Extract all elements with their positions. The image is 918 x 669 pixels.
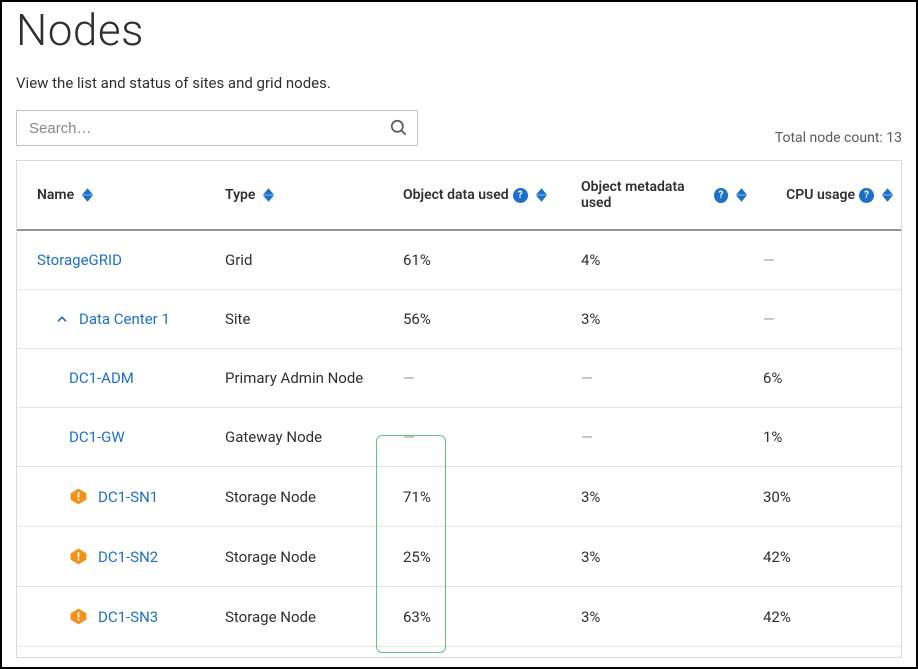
- table-row: DC1-SN1 Storage Node71%3%30%: [17, 467, 901, 527]
- nodes-table-scroll[interactable]: Name Type: [17, 161, 901, 657]
- help-icon[interactable]: ?: [714, 188, 728, 203]
- object-metadata-cell: 3%: [573, 290, 755, 349]
- object-metadata-cell: —: [573, 349, 755, 408]
- object-data-cell: —: [395, 349, 573, 408]
- cpu-usage-cell: 42%: [755, 587, 901, 647]
- object-metadata-cell: —: [573, 408, 755, 467]
- chevron-up-icon[interactable]: [55, 312, 69, 326]
- node-type-cell: Grid: [217, 230, 395, 290]
- table-row: DC1-SN3 Storage Node63%3%42%: [17, 587, 901, 647]
- object-data-cell: 25%: [395, 527, 573, 587]
- col-header-type-label: Type: [225, 187, 255, 203]
- page-title: Nodes: [16, 2, 902, 56]
- cpu-usage-cell: —: [755, 230, 901, 290]
- col-header-object-metadata[interactable]: Object metadata used ?: [573, 161, 755, 230]
- warning-icon: [69, 607, 88, 626]
- node-name-link[interactable]: DC1-SN1: [98, 488, 158, 506]
- search-field: [16, 110, 418, 146]
- node-name-link[interactable]: StorageGRID: [37, 251, 122, 269]
- cpu-usage-cell: 30%: [755, 467, 901, 527]
- object-metadata-cell: 3%: [573, 647, 755, 658]
- sort-icon[interactable]: [882, 188, 893, 202]
- search-icon[interactable]: [389, 118, 408, 141]
- cpu-usage-cell: —: [755, 290, 901, 349]
- node-type-cell: Gateway Node: [217, 408, 395, 467]
- nodes-table-container: Name Type: [16, 160, 902, 658]
- col-header-object-metadata-label: Object metadata used: [581, 179, 710, 211]
- warning-icon: [69, 547, 88, 566]
- col-header-object-data-label: Object data used: [403, 187, 509, 203]
- node-type-cell: Storage Node: [217, 587, 395, 647]
- object-data-cell: 71%: [395, 467, 573, 527]
- node-type-cell: Storage Node: [217, 647, 395, 658]
- cpu-usage-cell: 42%: [755, 527, 901, 587]
- col-header-name-label: Name: [37, 187, 74, 203]
- col-header-type[interactable]: Type: [217, 161, 395, 230]
- node-name-link[interactable]: DC1-GW: [69, 428, 125, 446]
- node-type-cell: Storage Node: [217, 527, 395, 587]
- object-data-cell: 56%: [395, 290, 573, 349]
- sort-icon[interactable]: [82, 188, 93, 202]
- node-name-link[interactable]: DC1-SN3: [98, 608, 158, 626]
- node-name-link[interactable]: DC1-SN2: [98, 548, 158, 566]
- table-row: DC1-GWGateway Node——1%: [17, 408, 901, 467]
- table-row: StorageGRID Grid61%4%—: [17, 230, 901, 290]
- object-data-cell: —: [395, 408, 573, 467]
- cpu-usage-cell: 41%: [755, 647, 901, 658]
- sort-icon[interactable]: [536, 188, 547, 202]
- object-data-cell: 61%: [395, 230, 573, 290]
- col-header-cpu-label: CPU usage: [786, 187, 855, 203]
- col-header-object-data[interactable]: Object data used ?: [395, 161, 573, 230]
- help-icon[interactable]: ?: [513, 188, 528, 203]
- sort-icon[interactable]: [736, 188, 747, 202]
- object-metadata-cell: 3%: [573, 587, 755, 647]
- search-input[interactable]: [16, 110, 418, 146]
- object-metadata-cell: 3%: [573, 527, 755, 587]
- object-data-cell: 65%: [395, 647, 573, 658]
- col-header-cpu[interactable]: CPU usage ?: [755, 161, 901, 230]
- nodes-table: Name Type: [17, 161, 901, 657]
- table-row: Data Center 1 Site56%3%—: [17, 290, 901, 349]
- help-icon[interactable]: ?: [859, 188, 874, 203]
- page-subtitle: View the list and status of sites and gr…: [16, 74, 902, 92]
- object-metadata-cell: 3%: [573, 467, 755, 527]
- cpu-usage-cell: 1%: [755, 408, 901, 467]
- node-type-cell: Storage Node: [217, 467, 395, 527]
- object-metadata-cell: 4%: [573, 230, 755, 290]
- object-data-cell: 63%: [395, 587, 573, 647]
- node-name-link[interactable]: Data Center 1: [79, 310, 170, 328]
- node-type-cell: Primary Admin Node: [217, 349, 395, 408]
- table-row: DC1-SN2 Storage Node25%3%42%: [17, 527, 901, 587]
- node-type-cell: Site: [217, 290, 395, 349]
- cpu-usage-cell: 6%: [755, 349, 901, 408]
- warning-icon: [69, 487, 88, 506]
- table-row: DC1-SN4Storage Node65%3%41%: [17, 647, 901, 658]
- table-row: DC1-ADMPrimary Admin Node——6%: [17, 349, 901, 408]
- sort-icon[interactable]: [263, 188, 274, 202]
- col-header-name[interactable]: Name: [17, 161, 217, 230]
- total-node-count: Total node count: 13: [775, 130, 902, 146]
- node-name-link[interactable]: DC1-ADM: [69, 369, 134, 387]
